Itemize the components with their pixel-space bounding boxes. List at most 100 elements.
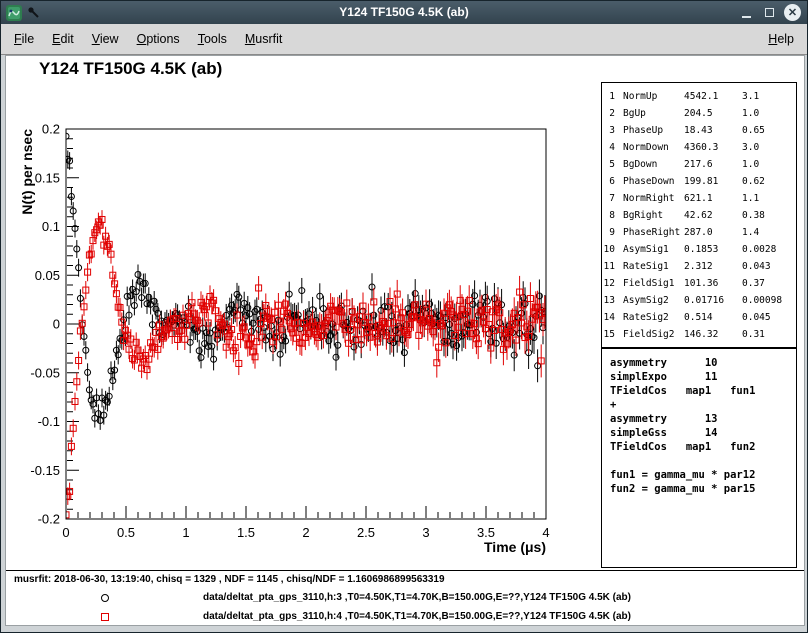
param-name: NormUp — [618, 88, 684, 105]
param-row: 11RateSig12.3120.043 — [602, 258, 796, 275]
param-error: 3.1 — [742, 88, 796, 105]
param-value: 42.62 — [684, 207, 742, 224]
y-tick-label: 0.2 — [42, 122, 60, 137]
param-no: 1 — [602, 88, 618, 105]
y-axis-label: N(t) per nsec — [19, 129, 35, 215]
y-tick-label: 0.05 — [35, 268, 60, 283]
y-tick-label: 0.15 — [35, 170, 60, 185]
param-no: 3 — [602, 122, 618, 139]
param-table: 1NormUp4542.13.12BgUp204.51.03PhaseUp18.… — [601, 82, 797, 348]
plot-area[interactable]: N(t) per nsec Time (μs) -0.2 -0.15 -0.1 -0.… — [6, 56, 566, 576]
y-tick-label: 0.1 — [42, 219, 60, 234]
theory-line: + — [610, 398, 796, 412]
param-no: 13 — [602, 292, 618, 309]
x-tick-label: 0 — [62, 525, 69, 540]
param-value: 0.01716 — [684, 292, 742, 309]
y-tick-label: -0.1 — [38, 414, 60, 429]
app-icon — [6, 5, 22, 21]
param-error: 0.00098 — [742, 292, 796, 309]
param-no: 11 — [602, 258, 618, 275]
param-no: 5 — [602, 156, 618, 173]
close-button[interactable]: ✕ — [784, 4, 801, 21]
y-tick-label: -0.2 — [38, 512, 60, 527]
param-error: 0.0028 — [742, 241, 796, 258]
param-value: 0.1853 — [684, 241, 742, 258]
param-value: 199.81 — [684, 173, 742, 190]
param-error: 0.31 — [742, 326, 796, 343]
x-tick-label: 3 — [422, 525, 429, 540]
param-name: RateSig2 — [618, 309, 684, 326]
param-row: 12FieldSig1101.360.37 — [602, 275, 796, 292]
y-tick-label: -0.15 — [30, 463, 60, 478]
theory-line: TFieldCos map1 fun2 — [610, 440, 796, 454]
param-value: 204.5 — [684, 105, 742, 122]
param-error: 1.1 — [742, 190, 796, 207]
legend-label: data/deltat_pta_gps_3110,h:4 ,T0=4.50K,T… — [203, 611, 631, 622]
param-no: 15 — [602, 326, 618, 343]
param-row: 9PhaseRight287.01.4 — [602, 224, 796, 241]
theory-line: TFieldCos map1 fun1 — [610, 384, 796, 398]
x-tick-label: 4 — [542, 525, 549, 540]
x-tick-label: 1 — [182, 525, 189, 540]
param-no: 6 — [602, 173, 618, 190]
menu-file[interactable]: File — [5, 28, 43, 50]
param-row: 13AsymSig20.017160.00098 — [602, 292, 796, 309]
param-name: BgUp — [618, 105, 684, 122]
theory-line: simplExpo 11 — [610, 370, 796, 384]
menu-musrfit[interactable]: Musrfit — [236, 28, 292, 50]
circle-marker-icon — [101, 594, 109, 602]
param-row: 4NormDown4360.33.0 — [602, 139, 796, 156]
param-value: 2.312 — [684, 258, 742, 275]
y-tick-label: -0.05 — [30, 365, 60, 380]
param-error: 0.37 — [742, 275, 796, 292]
x-tick-label: 1.5 — [237, 525, 255, 540]
param-name: PhaseRight — [618, 224, 684, 241]
param-name: BgDown — [618, 156, 684, 173]
series-h3-black-circles — [63, 127, 548, 429]
param-error: 0.65 — [742, 122, 796, 139]
param-name: FieldSig1 — [618, 275, 684, 292]
theory-line: asymmetry 13 — [610, 412, 796, 426]
menu-view[interactable]: View — [83, 28, 128, 50]
fit-info: musrfit: 2018-06-30, 13:19:40, chisq = 1… — [14, 574, 445, 585]
param-row: 7NormRight621.11.1 — [602, 190, 796, 207]
param-name: RateSig1 — [618, 258, 684, 275]
param-value: 0.514 — [684, 309, 742, 326]
menu-options[interactable]: Options — [128, 28, 189, 50]
param-no: 7 — [602, 190, 618, 207]
x-axis-label: Time (μs) — [484, 539, 546, 555]
param-error: 3.0 — [742, 139, 796, 156]
param-name: PhaseUp — [618, 122, 684, 139]
param-row: 6PhaseDown199.810.62 — [602, 173, 796, 190]
param-error: 0.045 — [742, 309, 796, 326]
param-error: 1.0 — [742, 105, 796, 122]
param-error: 0.62 — [742, 173, 796, 190]
param-value: 4360.3 — [684, 139, 742, 156]
menu-help[interactable]: Help — [759, 28, 803, 50]
param-row: 5BgDown217.61.0 — [602, 156, 796, 173]
pin-icon[interactable] — [27, 6, 40, 19]
series-h4-red-squares — [63, 210, 548, 523]
menu-edit[interactable]: Edit — [43, 28, 83, 50]
menu-tools[interactable]: Tools — [189, 28, 236, 50]
param-row: 10AsymSig10.18530.0028 — [602, 241, 796, 258]
param-no: 4 — [602, 139, 618, 156]
theory-line: asymmetry 10 — [610, 356, 796, 370]
param-value: 146.32 — [684, 326, 742, 343]
plot-canvas[interactable]: Y124 TF150G 4.5K (ab) N(t) per nsec Time… — [5, 55, 805, 626]
param-name: PhaseDown — [618, 173, 684, 190]
param-no: 8 — [602, 207, 618, 224]
param-error: 0.38 — [742, 207, 796, 224]
param-value: 621.1 — [684, 190, 742, 207]
param-name: FieldSig2 — [618, 326, 684, 343]
maximize-button[interactable] — [761, 5, 777, 21]
title-bar[interactable]: Y124 TF150G 4.5K (ab) ✕ — [1, 1, 807, 24]
minimize-button[interactable] — [738, 5, 754, 21]
param-name: NormRight — [618, 190, 684, 207]
param-row: 8BgRight42.620.38 — [602, 207, 796, 224]
data-series-layer — [63, 127, 548, 523]
musrview-window: Y124 TF150G 4.5K (ab) ✕ FileEditViewOpti… — [0, 0, 808, 633]
param-no: 14 — [602, 309, 618, 326]
param-no: 10 — [602, 241, 618, 258]
theory-line: fun2 = gamma_mu * par15 — [610, 482, 796, 496]
